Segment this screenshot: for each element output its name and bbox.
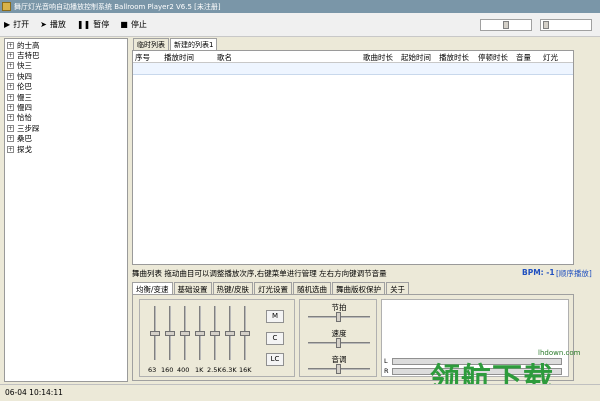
eq-band-label: 6.3K: [222, 366, 237, 374]
tree-item[interactable]: + 桑巴: [5, 134, 127, 144]
eq-slider[interactable]: [180, 306, 190, 360]
col-volume[interactable]: 音量: [516, 52, 531, 63]
eq-band-label: 160: [161, 366, 174, 374]
eq-slider[interactable]: [225, 306, 235, 360]
right-channel-label: R: [384, 367, 389, 375]
tab-random-select[interactable]: 随机选曲: [293, 282, 332, 294]
expand-icon[interactable]: +: [7, 145, 14, 153]
expand-icon[interactable]: +: [7, 41, 14, 49]
col-song-name[interactable]: 歌名: [217, 52, 232, 63]
expand-icon[interactable]: +: [7, 104, 14, 112]
tree-item[interactable]: + 三步踩: [5, 123, 127, 133]
tree-item[interactable]: + 慢四: [5, 102, 127, 112]
tree-item[interactable]: + 吉特巴: [5, 50, 127, 60]
eq-band-label: 400: [177, 366, 190, 374]
hint-text: 舞曲列表 拖动曲目可以调整播放次序,右键菜单进行管理 左右方向键调节音量: [132, 269, 387, 278]
tree-item[interactable]: + 伦巴: [5, 82, 127, 92]
pause-label: 暂停: [93, 20, 110, 29]
expand-icon[interactable]: +: [7, 135, 14, 143]
position-slider[interactable]: [480, 19, 532, 31]
open-label: 打开: [13, 20, 30, 29]
hint-bar: 舞曲列表 拖动曲目可以调整播放次序,右键菜单进行管理 左右方向键调节音量 BPM…: [132, 268, 592, 280]
eq-band-label: 63: [148, 366, 157, 374]
beat-slider[interactable]: [308, 312, 370, 322]
playlist-tabs: 临时列表 新建的列表1: [133, 38, 218, 50]
datetime: 06-04 10:14:11: [5, 388, 63, 397]
table-row[interactable]: [133, 63, 573, 75]
tab-temp-list[interactable]: 临时列表: [133, 38, 169, 50]
toolbar: ▶ 打开 ➤ 播放 ❚❚ 暂停 ■ 停止: [0, 13, 600, 37]
volume-slider-thumb[interactable]: [543, 21, 549, 29]
app-icon: [2, 2, 11, 11]
speed-slider[interactable]: [308, 338, 370, 348]
table-header: 序号 播放时间 歌名 歌曲时长 起始时间 播放时长 停顿时长 音量 灯光: [133, 51, 573, 63]
dance-tree: + 的士高 + 吉特巴 + 快三 + 快四 + 伦巴 + 慢三 + 慢四 + 恰恰 + 三步踩 +…: [4, 38, 128, 382]
tempo-controls: 节拍 速度 音调: [299, 299, 377, 377]
position-slider-thumb[interactable]: [503, 21, 509, 29]
eq-c-button[interactable]: C: [266, 332, 284, 345]
tree-item[interactable]: + 慢三: [5, 92, 127, 102]
play-label: 播放: [49, 20, 66, 29]
expand-icon[interactable]: +: [7, 52, 14, 60]
tree-item[interactable]: + 快四: [5, 71, 127, 81]
eq-slider[interactable]: [165, 306, 175, 360]
pitch-slider[interactable]: [308, 364, 370, 374]
col-index[interactable]: 序号: [135, 52, 150, 63]
tab-eq-speed[interactable]: 均衡/变速: [132, 282, 173, 294]
eq-slider[interactable]: [210, 306, 220, 360]
eq-m-button[interactable]: M: [266, 310, 284, 323]
status-bar: 06-04 10:14:11: [0, 384, 600, 401]
tree-item[interactable]: + 恰恰: [5, 113, 127, 123]
expand-icon[interactable]: +: [7, 124, 14, 132]
tab-hotkey-skin[interactable]: 热键/皮肤: [212, 282, 254, 294]
expand-icon[interactable]: +: [7, 114, 14, 122]
tree-item[interactable]: + 快三: [5, 61, 127, 71]
play-button[interactable]: ➤ 播放: [40, 19, 66, 30]
play-icon: ▶: [4, 20, 11, 29]
eq-band-label: 2.5K: [207, 366, 222, 374]
tab-copyright[interactable]: 舞曲版权保护: [332, 282, 386, 294]
eq-band-label: 1K: [195, 366, 204, 374]
tab-light-settings[interactable]: 灯光设置: [254, 282, 293, 294]
arrow-icon: ➤: [40, 20, 47, 29]
equalizer: 63 160 400 1K 2.5K 6.3K 16K M C LC: [139, 299, 295, 377]
stop-icon: ■: [120, 20, 128, 29]
eq-slider[interactable]: [240, 306, 250, 360]
bpm-value: BPM: -1: [522, 268, 555, 277]
eq-band-label: 16K: [239, 366, 252, 374]
expand-icon[interactable]: +: [7, 62, 14, 70]
col-song-length[interactable]: 歌曲时长: [363, 52, 393, 63]
play-mode[interactable]: [顺序播放]: [556, 268, 592, 279]
expand-icon[interactable]: +: [7, 83, 14, 91]
tab-new-list-1[interactable]: 新建的列表1: [170, 38, 218, 50]
col-start-time[interactable]: 起始时间: [401, 52, 431, 63]
title-bar: 舞厅灯光音响自动播放控制系统 Ballroom Player2 V6.5 [未注…: [0, 0, 600, 13]
settings-tabs: 均衡/变速 基础设置 热键/皮肤 灯光设置 随机选曲 舞曲版权保护 关于: [132, 282, 410, 294]
volume-slider[interactable]: [540, 19, 592, 31]
eq-lc-button[interactable]: LC: [266, 353, 284, 366]
stop-label: 停止: [130, 20, 147, 29]
col-play-time[interactable]: 播放时间: [164, 52, 194, 63]
window-title: 舞厅灯光音响自动播放控制系统 Ballroom Player2 V6.5 [未注…: [14, 2, 221, 11]
left-channel-label: L: [384, 357, 388, 365]
pause-icon: ❚❚: [76, 20, 91, 29]
expand-icon[interactable]: +: [7, 93, 14, 101]
pause-button[interactable]: ❚❚ 暂停: [77, 19, 109, 30]
tree-item[interactable]: + 的士高: [5, 40, 127, 50]
col-play-length[interactable]: 播放时长: [439, 52, 469, 63]
col-pause-length[interactable]: 停顿时长: [478, 52, 508, 63]
tab-about[interactable]: 关于: [386, 282, 410, 294]
tab-basic-settings[interactable]: 基础设置: [173, 282, 212, 294]
stop-button[interactable]: ■ 停止: [120, 19, 147, 30]
tree-item[interactable]: + 探戈: [5, 144, 127, 154]
open-button[interactable]: ▶ 打开: [4, 19, 29, 30]
eq-slider[interactable]: [195, 306, 205, 360]
col-light[interactable]: 灯光: [543, 52, 558, 63]
expand-icon[interactable]: +: [7, 72, 14, 80]
playlist-table: 序号 播放时间 歌名 歌曲时长 起始时间 播放时长 停顿时长 音量 灯光: [132, 50, 574, 265]
eq-slider[interactable]: [150, 306, 160, 360]
